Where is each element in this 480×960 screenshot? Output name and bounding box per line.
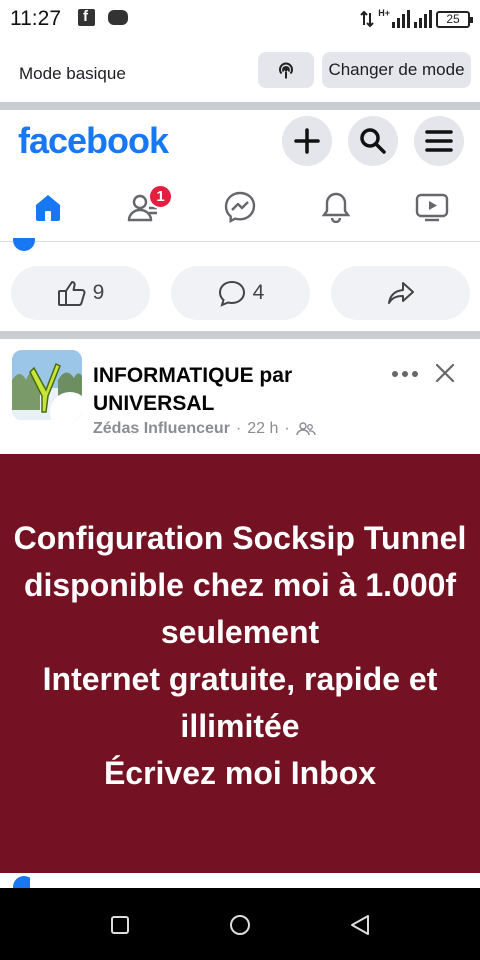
data-transfer-icon — [360, 10, 374, 28]
tab-messenger[interactable] — [210, 184, 270, 230]
facebook-notification-icon — [78, 8, 95, 26]
separator-dot: · — [284, 420, 290, 437]
like-reaction-icon — [12, 238, 36, 254]
post-time[interactable]: 22 h — [247, 420, 278, 438]
menu-button[interactable] — [414, 116, 464, 166]
friends-audience-icon — [296, 422, 316, 436]
status-bar: 11:27 H+ 25 — [0, 0, 480, 38]
thumbs-up-icon — [57, 281, 86, 306]
share-icon — [387, 282, 414, 304]
status-icons: H+ 25 — [360, 8, 473, 30]
divider — [0, 331, 480, 339]
create-button[interactable] — [282, 116, 332, 166]
mode-label: Mode basique — [19, 64, 126, 83]
circle-icon — [230, 915, 250, 935]
switch-mode-button[interactable]: Changer de mode — [322, 52, 471, 88]
gamepad-notification-icon — [108, 10, 128, 25]
plus-icon — [294, 128, 320, 154]
network-type: H+ — [378, 8, 390, 18]
search-button[interactable] — [348, 116, 398, 166]
tab-notifications[interactable] — [306, 184, 366, 230]
signal-icon — [392, 10, 410, 28]
avatar-image — [12, 350, 82, 420]
banner-text: Configuration Socksip Tunnel disponible … — [13, 519, 467, 791]
tab-home[interactable] — [18, 184, 78, 230]
comment-count: 4 — [252, 281, 265, 304]
page-avatar[interactable] — [12, 350, 82, 420]
messenger-icon — [224, 191, 256, 224]
basic-mode-bar: Mode basique Changer de mode — [0, 38, 480, 102]
signal-icon-2 — [414, 10, 432, 28]
divider — [0, 102, 480, 110]
system-nav-bar — [0, 888, 480, 960]
clock: 11:27 — [10, 7, 61, 30]
recent-apps-button[interactable] — [105, 910, 135, 940]
like-button[interactable]: 9 — [11, 266, 150, 320]
bell-icon — [321, 192, 351, 223]
like-count: 9 — [92, 281, 105, 304]
hide-post-button[interactable] — [432, 360, 458, 386]
broadcast-button[interactable] — [258, 52, 314, 88]
video-icon — [415, 193, 449, 222]
separator-dot: · — [235, 420, 242, 437]
broadcast-icon — [279, 62, 293, 79]
back-button[interactable] — [345, 910, 375, 940]
post-text-banner[interactable]: Configuration Socksip Tunnel disponible … — [0, 454, 480, 873]
post-author[interactable]: INFORMATIQUE par UNIVERSAL — [93, 362, 353, 418]
square-icon — [111, 916, 129, 934]
menu-icon — [425, 130, 453, 152]
close-icon — [435, 363, 455, 383]
nav-tabs: 1 — [0, 172, 480, 242]
share-button[interactable] — [331, 266, 470, 320]
facebook-logo[interactable]: facebook — [18, 120, 169, 162]
tab-watch[interactable] — [402, 184, 462, 230]
next-post-peek — [0, 873, 480, 898]
post-actions: 9 4 — [0, 254, 480, 332]
home-icon — [36, 195, 60, 221]
comment-icon — [218, 280, 245, 307]
battery-icon: 25 — [436, 10, 473, 28]
tab-friends[interactable]: 1 — [114, 184, 174, 230]
app-header: facebook — [0, 110, 480, 172]
friends-badge: 1 — [148, 184, 173, 209]
comment-button[interactable]: 4 — [171, 266, 310, 320]
more-options-button[interactable] — [388, 360, 422, 388]
back-triangle-icon — [351, 915, 369, 935]
home-nav-button[interactable] — [225, 910, 255, 940]
influencer-badge[interactable]: Zédas Influenceur — [93, 420, 230, 438]
post-meta: Zédas Influenceur · 22 h · — [93, 420, 316, 438]
search-icon — [360, 128, 386, 154]
